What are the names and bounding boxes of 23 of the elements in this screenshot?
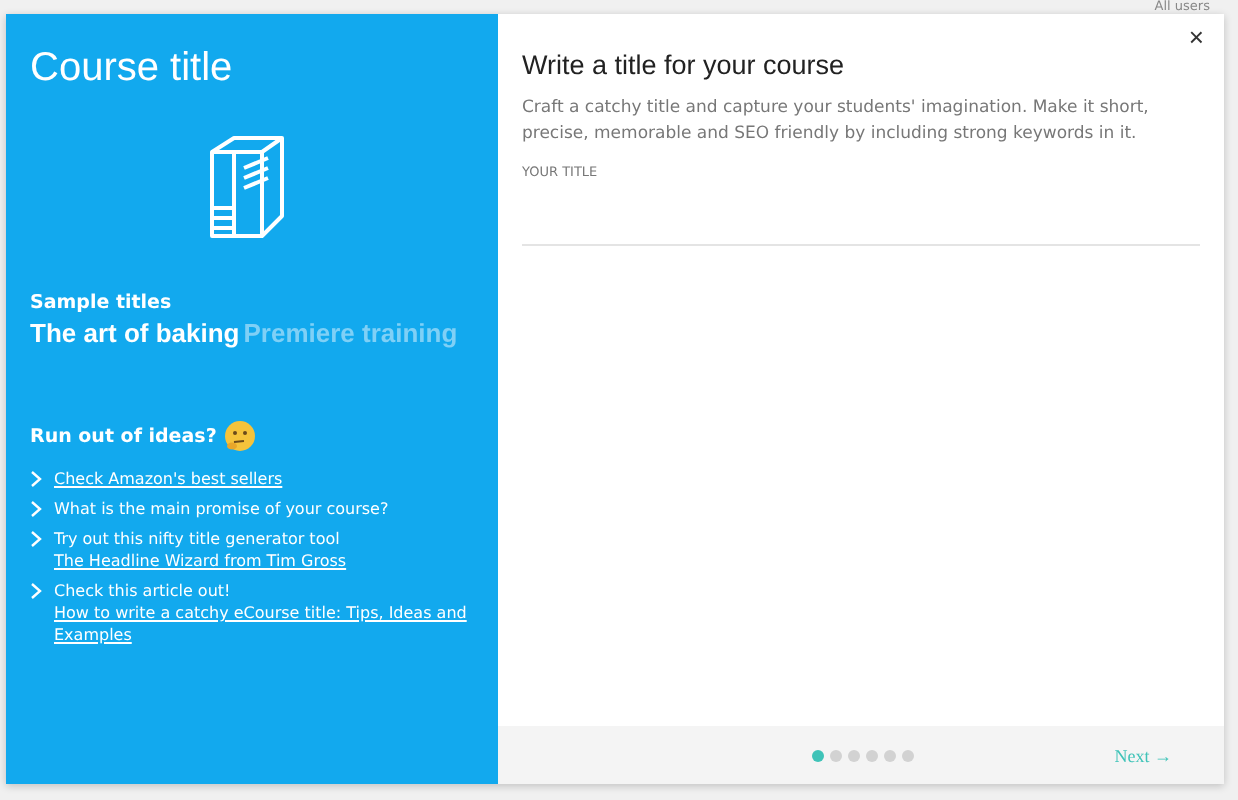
idea-text: Check this article out!: [54, 582, 231, 600]
sample-title: Premiere training: [243, 318, 458, 348]
step-dot[interactable]: [884, 749, 897, 761]
chevron-icon: [30, 582, 42, 600]
idea-text: What is the main promise of your course?: [54, 500, 389, 518]
step-dot[interactable]: [812, 749, 825, 761]
section-heading: Run out of ideas?: [30, 425, 217, 447]
description-text: Craft a catchy title and capture your students' imagination. Make it short, precise, memorable and SEO friendly by including strong keywords in it.: [522, 96, 1151, 148]
step-dot[interactable]: [902, 749, 915, 761]
section-heading: Sample titles: [30, 292, 174, 314]
idea-link[interactable]: How to write a catchy eCourse title: Tips, Ideas and Examples: [54, 602, 474, 646]
idea-text: Try out this nifty title generator tool: [54, 530, 340, 548]
next-button[interactable]: Next →: [1114, 745, 1172, 765]
idea-link[interactable]: Check Amazon's best sellers: [54, 468, 283, 490]
thinking-face-icon: [224, 420, 257, 452]
step-dot[interactable]: [848, 749, 861, 761]
step-dot[interactable]: [830, 749, 843, 761]
panel-title: Course title: [30, 46, 235, 92]
step-dot[interactable]: [866, 749, 879, 761]
sample-title: The art of baking: [30, 318, 240, 348]
idea-link[interactable]: The Headline Wizard from Tim Gross: [54, 550, 347, 572]
close-button[interactable]: ×: [1184, 22, 1208, 52]
dialog-heading: Write a title for your course: [522, 50, 847, 80]
